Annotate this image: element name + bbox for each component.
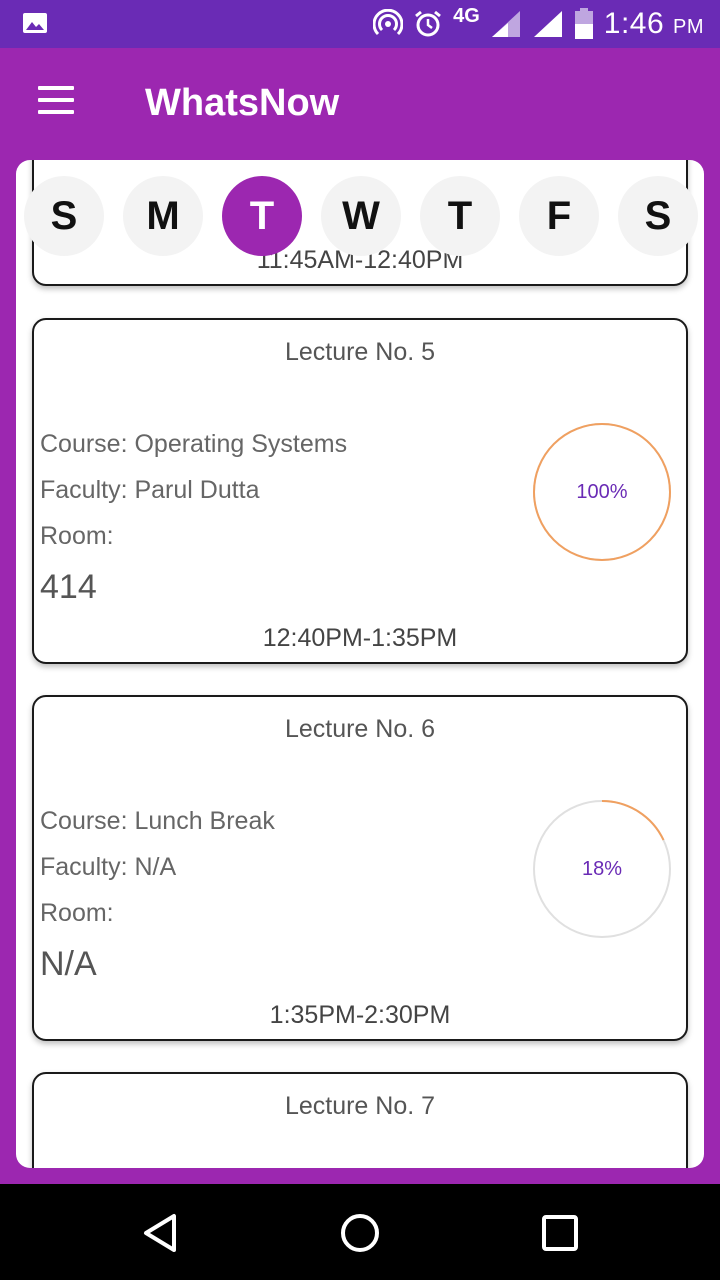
course-label: Course: Operating Systems	[40, 430, 348, 458]
room-label: Room:	[40, 899, 114, 927]
lecture-time: 12:40PM-1:35PM	[262, 624, 458, 652]
day-monday[interactable]: M	[123, 176, 203, 256]
gallery-icon	[23, 13, 47, 33]
lecture-card[interactable]: Lecture No. 5 Course: Operating Systems …	[32, 318, 688, 664]
schedule-panel: 11:45AM-12:40PM Lecture No. 5 Course: Op…	[16, 160, 704, 1168]
day-label: W	[342, 193, 380, 238]
room-value: N/A	[40, 945, 97, 983]
alarm-icon	[415, 10, 442, 37]
day-label: S	[644, 193, 672, 238]
app-bar: WhatsNow	[0, 48, 720, 160]
status-bar: 4G 1:46 PM	[0, 0, 720, 48]
faculty-label: Faculty: Parul Dutta	[40, 476, 260, 504]
home-icon[interactable]	[330, 1208, 390, 1258]
menu-button[interactable]	[30, 86, 82, 122]
day-label: S	[50, 193, 78, 238]
clock: 1:46 PM	[603, 7, 704, 40]
signal-icon-2	[533, 11, 562, 37]
day-thursday[interactable]: T	[420, 176, 500, 256]
lecture-title: Lecture No. 5	[284, 338, 436, 366]
app-title: WhatsNow	[145, 82, 340, 124]
network-type-label: 4G	[453, 4, 480, 27]
lecture-title: Lecture No. 7	[284, 1092, 436, 1120]
battery-icon	[574, 8, 593, 39]
day-saturday[interactable]: S	[618, 176, 698, 256]
day-label: M	[146, 193, 180, 238]
day-sunday[interactable]: S	[24, 176, 104, 256]
lecture-card[interactable]: Lecture No. 6 Course: Lunch Break Facult…	[32, 695, 688, 1041]
day-selector: S M T W T F S	[16, 176, 704, 256]
progress-percent: 100%	[576, 480, 628, 503]
room-value: 414	[40, 568, 97, 606]
progress-ring: 18%	[530, 797, 674, 941]
day-label: T	[249, 193, 275, 238]
hotspot-icon	[373, 9, 404, 36]
day-wednesday[interactable]: W	[321, 176, 401, 256]
lecture-card[interactable]: Lecture No. 7	[32, 1072, 688, 1168]
recents-icon[interactable]	[530, 1208, 590, 1258]
day-tuesday[interactable]: T	[222, 176, 302, 256]
lecture-time: 1:35PM-2:30PM	[269, 1001, 451, 1029]
day-label: T	[447, 193, 473, 238]
back-icon[interactable]	[130, 1208, 190, 1258]
signal-icon	[491, 11, 520, 37]
progress-percent: 18%	[581, 857, 623, 880]
faculty-label: Faculty: N/A	[40, 853, 177, 881]
lecture-title: Lecture No. 6	[284, 715, 436, 743]
progress-ring: 100%	[530, 420, 674, 564]
menu-icon	[38, 86, 74, 90]
lecture-list[interactable]: 11:45AM-12:40PM Lecture No. 5 Course: Op…	[16, 160, 704, 1168]
room-label: Room:	[40, 522, 114, 550]
day-label: F	[546, 193, 572, 238]
navigation-bar	[0, 1184, 720, 1280]
course-label: Course: Lunch Break	[40, 807, 275, 835]
day-friday[interactable]: F	[519, 176, 599, 256]
